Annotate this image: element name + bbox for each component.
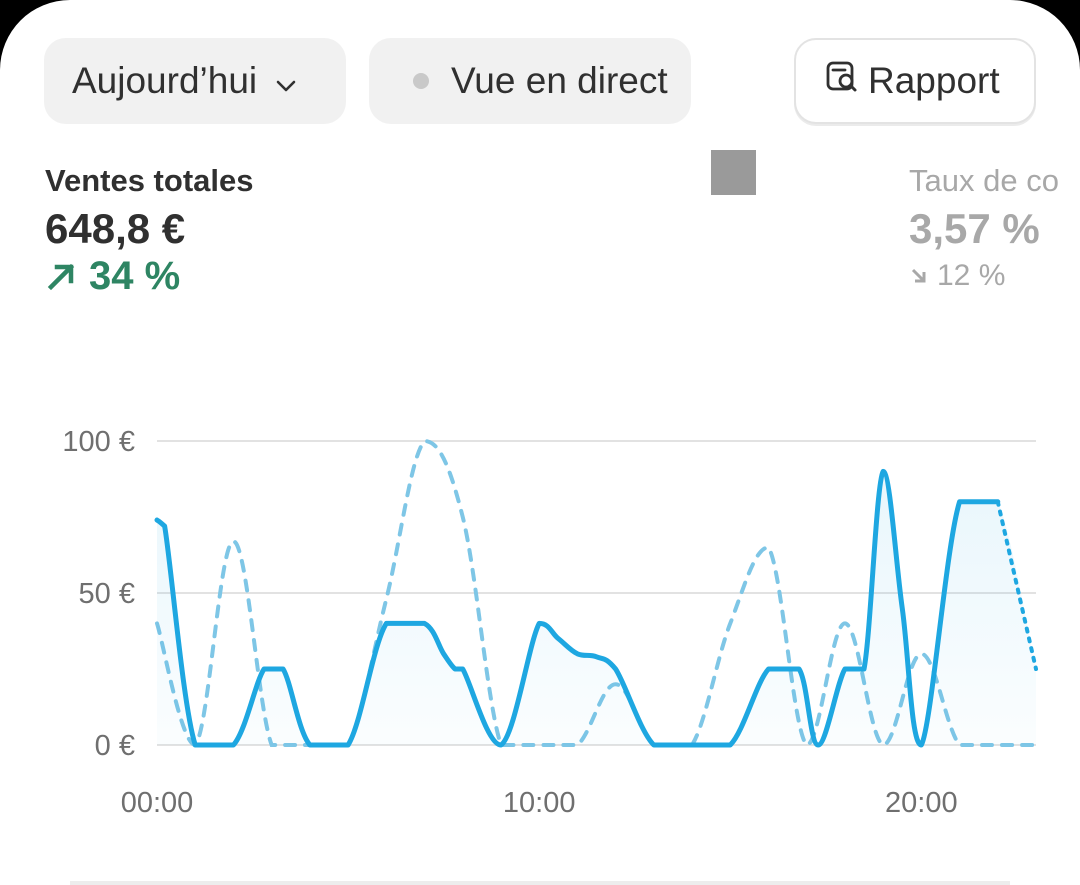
image-placeholder: [711, 150, 756, 195]
metric-change: 12 %: [909, 254, 1059, 298]
metric-value: 648,8 €: [45, 205, 186, 252]
x-tick-label: 00:00: [121, 787, 194, 819]
sales-line-chart: 0 € 50 € 100 € 00:00 10:00 20:00: [62, 426, 1038, 819]
metric-value: 3,57 %: [909, 205, 1040, 252]
metric-change-value: 12 %: [937, 259, 1006, 292]
report-label: Rapport: [868, 60, 1000, 101]
metric-total-sales[interactable]: Ventes totales 648,8 € 34 %: [45, 162, 253, 298]
live-view-button[interactable]: Vue en direct: [369, 38, 691, 124]
y-tick-label: 100 €: [62, 426, 135, 458]
metric-label: Ventes totales: [45, 163, 254, 198]
y-tick-label: 50 €: [79, 578, 135, 610]
date-range-label: Aujourd’hui: [72, 60, 258, 101]
divider: [70, 881, 1010, 885]
metric-change: 34 %: [45, 254, 253, 298]
metric-label: Taux de co: [909, 163, 1059, 198]
metric-change-value: 34 %: [89, 254, 181, 298]
x-tick-label: 10:00: [503, 787, 576, 819]
y-tick-label: 0 €: [95, 730, 135, 762]
live-status-dot: [413, 73, 429, 89]
report-search-icon: [824, 59, 860, 104]
live-view-label: Vue en direct: [451, 60, 668, 101]
sales-card: Aujourd’hui Vue en direct Rapport Ventes…: [0, 0, 1080, 885]
x-tick-label: 20:00: [885, 787, 958, 819]
date-range-selector[interactable]: Aujourd’hui: [44, 38, 346, 124]
arrow-up-right-icon: [47, 263, 75, 291]
report-button[interactable]: Rapport: [794, 38, 1036, 124]
metric-conversion-rate[interactable]: Taux de co 3,57 % 12 %: [909, 162, 1059, 298]
arrow-down-right-icon: [911, 268, 926, 283]
chevron-down-icon: [275, 60, 297, 102]
